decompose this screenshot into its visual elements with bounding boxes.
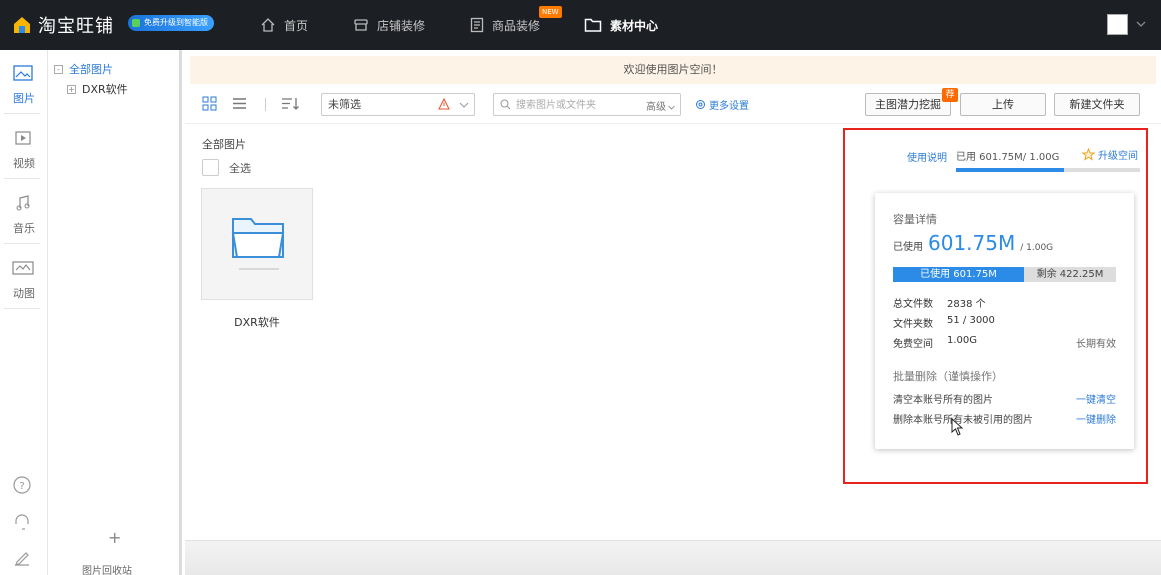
tree-node-label: 全部图片 (69, 63, 113, 76)
search-input[interactable] (516, 96, 636, 114)
folder-icon (584, 18, 602, 32)
chevron-down-icon[interactable] (1134, 17, 1148, 31)
warning-icon (438, 98, 450, 110)
divider (4, 178, 40, 179)
shop-logo-icon (14, 17, 30, 33)
highlight-frame (843, 128, 1148, 484)
filter-value: 未筛选 (328, 98, 361, 111)
folder-tree: - 全部图片 + DXR软件 + (48, 50, 182, 575)
collapse-toggle[interactable]: - (54, 64, 63, 74)
edit-icon[interactable] (12, 548, 32, 568)
list-view-icon[interactable] (232, 96, 247, 111)
rail-item-label: 音乐 (13, 222, 35, 235)
video-icon (15, 131, 31, 145)
tree-node-label: DXR软件 (82, 83, 128, 96)
image-icon (13, 65, 33, 81)
new-folder-button[interactable]: 新建文件夹 (1054, 93, 1140, 116)
nav-home-label: 首页 (284, 18, 309, 33)
tree-node-all-images[interactable]: - 全部图片 (54, 61, 113, 77)
upgrade-badge[interactable]: 免费升级到智能版 (128, 15, 214, 31)
grid-view-icon[interactable] (202, 96, 217, 111)
folder-icon (231, 218, 285, 270)
gear-icon (696, 100, 705, 109)
nav-product-label: 商品装修 (492, 18, 541, 33)
svg-text:?: ? (19, 481, 24, 492)
divider (4, 243, 40, 244)
welcome-banner: 欢迎使用图片空间！ (190, 56, 1156, 84)
folder-card[interactable] (201, 188, 313, 300)
music-icon (16, 195, 30, 211)
nav-material-center[interactable]: 素材中心 (584, 0, 658, 50)
tree-node-folder[interactable]: + DXR软件 (67, 81, 128, 97)
sort-icon[interactable] (281, 96, 299, 111)
recycle-bin-link[interactable]: 图片回收站 (82, 562, 132, 575)
toolbar: 未筛选 高级 更多设置 主图潜力挖掘 荐 上传 新建文件夹 (185, 84, 1161, 124)
upload-button[interactable]: 上传 (960, 93, 1046, 116)
brand-name: 淘宝旺铺 (38, 16, 114, 37)
rail-item-label: 视频 (13, 157, 35, 170)
advanced-label: 高级 (646, 102, 666, 113)
recommend-badge: 荐 (942, 88, 958, 102)
nav-store-decoration[interactable]: 店铺装修 (353, 0, 425, 50)
select-all-label: 全选 (229, 161, 251, 175)
content-title: 全部图片 (202, 138, 246, 151)
headset-icon[interactable] (12, 512, 32, 532)
gif-icon (12, 261, 34, 275)
rail-item-music[interactable]: 音乐 (0, 180, 48, 245)
home-icon (261, 18, 275, 32)
divider (4, 308, 40, 309)
divider (4, 113, 40, 114)
more-settings-label: 更多设置 (709, 101, 749, 112)
document-icon (470, 17, 484, 33)
rail-item-label: 动图 (13, 287, 35, 300)
chevron-down-icon (459, 102, 469, 108)
more-settings-link[interactable]: 更多设置 (695, 97, 749, 112)
select-all[interactable]: 全选 (202, 159, 251, 176)
advanced-search-dropdown[interactable]: 高级 (646, 98, 676, 113)
search-icon (500, 99, 511, 110)
top-navigation-bar: 淘宝旺铺 免费升级到智能版 首页 店铺装修 商品装修 NEW 素材中心 (0, 0, 1161, 50)
search-box: 高级 (493, 93, 681, 116)
help-icon[interactable]: ? (12, 475, 32, 495)
image-potential-button[interactable]: 主图潜力挖掘 (865, 93, 951, 116)
add-folder-button[interactable]: + (108, 528, 121, 547)
bottom-strip (185, 540, 1161, 575)
expand-toggle[interactable]: + (67, 84, 76, 94)
folder-name: DXR软件 (234, 316, 280, 329)
nav-material-label: 素材中心 (610, 18, 659, 33)
select-all-checkbox[interactable] (202, 159, 219, 176)
filter-select[interactable]: 未筛选 (321, 93, 475, 116)
nav-home[interactable]: 首页 (260, 0, 308, 50)
avatar[interactable] (1107, 14, 1128, 35)
chevron-down-icon (668, 105, 675, 110)
new-tag: NEW (539, 6, 562, 18)
rail-item-images[interactable]: 图片 (0, 50, 48, 115)
brand-logo[interactable]: 淘宝旺铺 (12, 12, 114, 38)
rail-item-label: 图片 (13, 92, 35, 105)
rail-item-video[interactable]: 视频 (0, 115, 48, 180)
divider (265, 98, 266, 111)
store-icon (354, 19, 368, 31)
rail-item-gif[interactable]: 动图 (0, 245, 48, 310)
left-rail: 图片 视频 音乐 动图 ? (0, 50, 48, 575)
nav-store-label: 店铺装修 (377, 18, 426, 33)
nav-product-decoration[interactable]: 商品装修 (470, 0, 540, 50)
